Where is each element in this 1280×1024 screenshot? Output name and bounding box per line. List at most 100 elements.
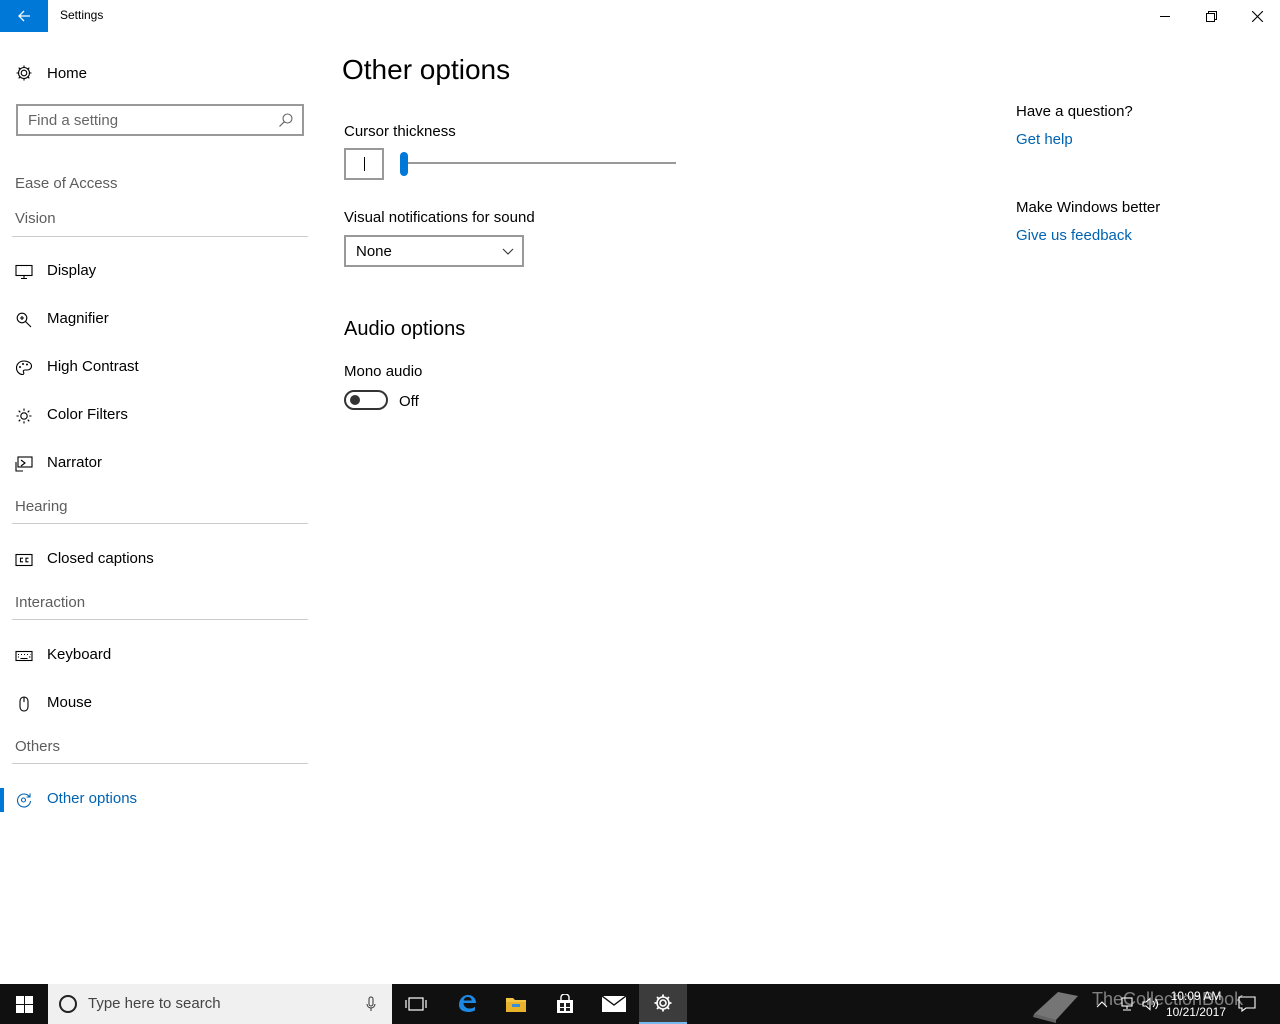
- mouse-icon: [19, 696, 29, 712]
- microphone-icon[interactable]: [366, 996, 376, 1012]
- store-button[interactable]: [541, 984, 589, 1024]
- audio-options-heading: Audio options: [344, 318, 466, 340]
- toggle-knob: [350, 395, 360, 405]
- cc-icon: [15, 553, 33, 567]
- sidebar-item-label: Mouse: [47, 694, 93, 711]
- cursor-thickness-slider-track[interactable]: [400, 162, 676, 164]
- feedback-heading: Make Windows better: [1016, 199, 1161, 216]
- sidebar-item-label: Magnifier: [47, 310, 109, 327]
- file-explorer-button[interactable]: [492, 984, 540, 1024]
- home-link[interactable]: Home: [15, 62, 87, 84]
- sidebar-item-display[interactable]: Display: [0, 252, 320, 292]
- notification-icon: [1238, 996, 1256, 1012]
- back-button[interactable]: [0, 0, 48, 32]
- sidebar-item-keyboard[interactable]: Keyboard: [0, 636, 320, 676]
- cortana-icon: [59, 995, 77, 1013]
- section-others: Others: [15, 738, 61, 755]
- category-label: Ease of Access: [15, 175, 118, 192]
- sidebar-item-high-contrast[interactable]: High Contrast: [0, 348, 320, 388]
- sidebar-item-other-options[interactable]: Other options: [0, 780, 320, 820]
- cursor-preview: [344, 148, 384, 180]
- give-feedback-link[interactable]: Give us feedback: [1016, 227, 1132, 244]
- restore-icon: [1205, 10, 1217, 22]
- magnifier-icon: [16, 312, 32, 328]
- sidebar-item-label: Keyboard: [47, 646, 112, 663]
- mail-button[interactable]: [590, 984, 638, 1024]
- palette-icon: [15, 360, 33, 376]
- section-hearing: Hearing: [15, 498, 68, 515]
- cursor-thickness-slider-thumb[interactable]: [400, 152, 408, 176]
- divider: [12, 236, 308, 237]
- home-label: Home: [47, 64, 88, 82]
- close-button[interactable]: [1234, 0, 1280, 32]
- task-view-icon: [405, 997, 427, 1011]
- get-help-link[interactable]: Get help: [1016, 131, 1073, 148]
- monitor-icon: [15, 264, 33, 280]
- edge-button[interactable]: [443, 984, 491, 1024]
- sun-icon: [16, 408, 32, 424]
- sidebar-item-label: Other options: [47, 790, 138, 807]
- selection-indicator: [0, 788, 4, 812]
- sidebar-item-label: High Contrast: [47, 358, 139, 375]
- volume-icon: [1142, 997, 1159, 1011]
- search-input[interactable]: [18, 106, 268, 134]
- taskbar-search[interactable]: Type here to search: [48, 984, 392, 1024]
- network-icon: [1121, 997, 1133, 1011]
- book-logo-icon: [1033, 992, 1078, 1023]
- sidebar-item-label: Narrator: [47, 454, 103, 471]
- divider: [12, 763, 308, 764]
- other-options-icon: [16, 793, 32, 808]
- sidebar-item-magnifier[interactable]: Magnifier: [0, 300, 320, 340]
- cursor-thickness-label: Cursor thickness: [344, 123, 456, 140]
- mono-audio-label: Mono audio: [344, 363, 423, 380]
- title-bar: Settings: [0, 0, 1280, 32]
- sidebar-item-mouse[interactable]: Mouse: [0, 684, 320, 724]
- search-icon[interactable]: [278, 112, 294, 128]
- section-vision: Vision: [15, 210, 56, 227]
- visual-notifications-dropdown[interactable]: None: [344, 235, 524, 267]
- taskbar-search-placeholder: Type here to search: [88, 995, 221, 1012]
- question-heading: Have a question?: [1016, 103, 1133, 120]
- clock-time: 10:09 AM: [1170, 989, 1222, 1003]
- keyboard-icon: [15, 650, 33, 662]
- sidebar-item-closed-captions[interactable]: Closed captions: [0, 540, 320, 580]
- gear-icon: [16, 65, 32, 81]
- chevron-up-icon: [1096, 1001, 1108, 1008]
- task-view-button[interactable]: [392, 984, 440, 1024]
- back-arrow-icon: [18, 10, 30, 22]
- minimize-button[interactable]: [1142, 0, 1188, 32]
- restore-button[interactable]: [1188, 0, 1234, 32]
- narrator-icon: [15, 456, 33, 472]
- sidebar-item-narrator[interactable]: Narrator: [0, 444, 320, 484]
- divider: [12, 619, 308, 620]
- sidebar-item-label: Display: [47, 262, 97, 279]
- settings-taskbar-button[interactable]: [639, 984, 687, 1024]
- sidebar-item-label: Color Filters: [47, 406, 128, 423]
- start-button[interactable]: [0, 984, 48, 1024]
- network-button[interactable]: [1116, 984, 1138, 1024]
- settings-search: [16, 104, 304, 136]
- windows-logo-icon: [15, 995, 33, 1013]
- section-interaction: Interaction: [15, 594, 86, 611]
- minimize-icon: [1160, 16, 1170, 17]
- edge-icon: [459, 995, 476, 1012]
- close-icon: [1251, 10, 1263, 22]
- mono-audio-toggle[interactable]: [344, 390, 388, 410]
- mono-audio-state: Off: [399, 393, 419, 410]
- mail-icon: [602, 996, 626, 1012]
- clock[interactable]: 10:09 AM 10/21/2017: [1166, 988, 1226, 1020]
- clock-date: 10/21/2017: [1165, 1005, 1226, 1019]
- sidebar-item-color-filters[interactable]: Color Filters: [0, 396, 320, 436]
- cursor-caret: [364, 157, 365, 171]
- sidebar: Home Ease of Access Vision Display Magni…: [0, 32, 320, 984]
- taskbar: Type here to search TheCollectionBook 10…: [0, 984, 1280, 1024]
- action-center-button[interactable]: [1236, 984, 1258, 1024]
- page-title: Other options: [342, 54, 511, 85]
- show-hidden-icons-button[interactable]: [1092, 984, 1112, 1024]
- window-title: Settings: [60, 8, 104, 22]
- chevron-down-icon: [502, 248, 514, 255]
- dropdown-value: None: [356, 243, 392, 260]
- folder-icon: [506, 998, 526, 1012]
- volume-button[interactable]: [1140, 984, 1162, 1024]
- gear-icon: [654, 994, 672, 1012]
